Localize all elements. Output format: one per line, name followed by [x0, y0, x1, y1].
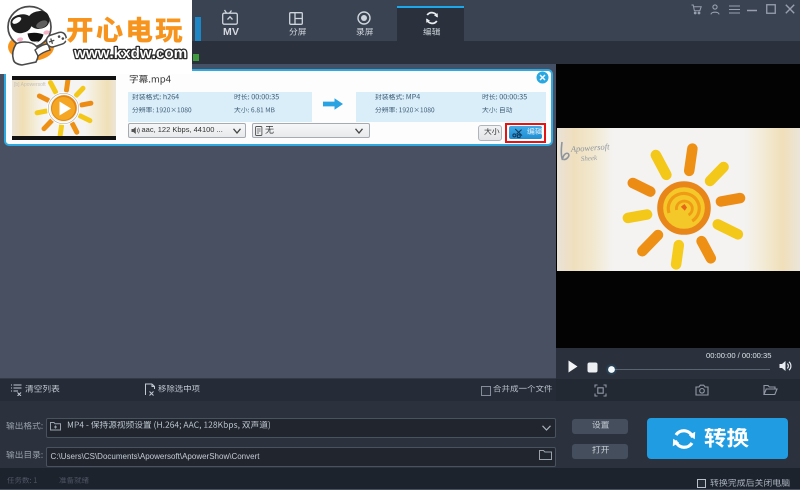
- svg-text:Apowersoft: Apowersoft: [569, 141, 610, 154]
- svg-text:Sheek: Sheek: [581, 154, 599, 163]
